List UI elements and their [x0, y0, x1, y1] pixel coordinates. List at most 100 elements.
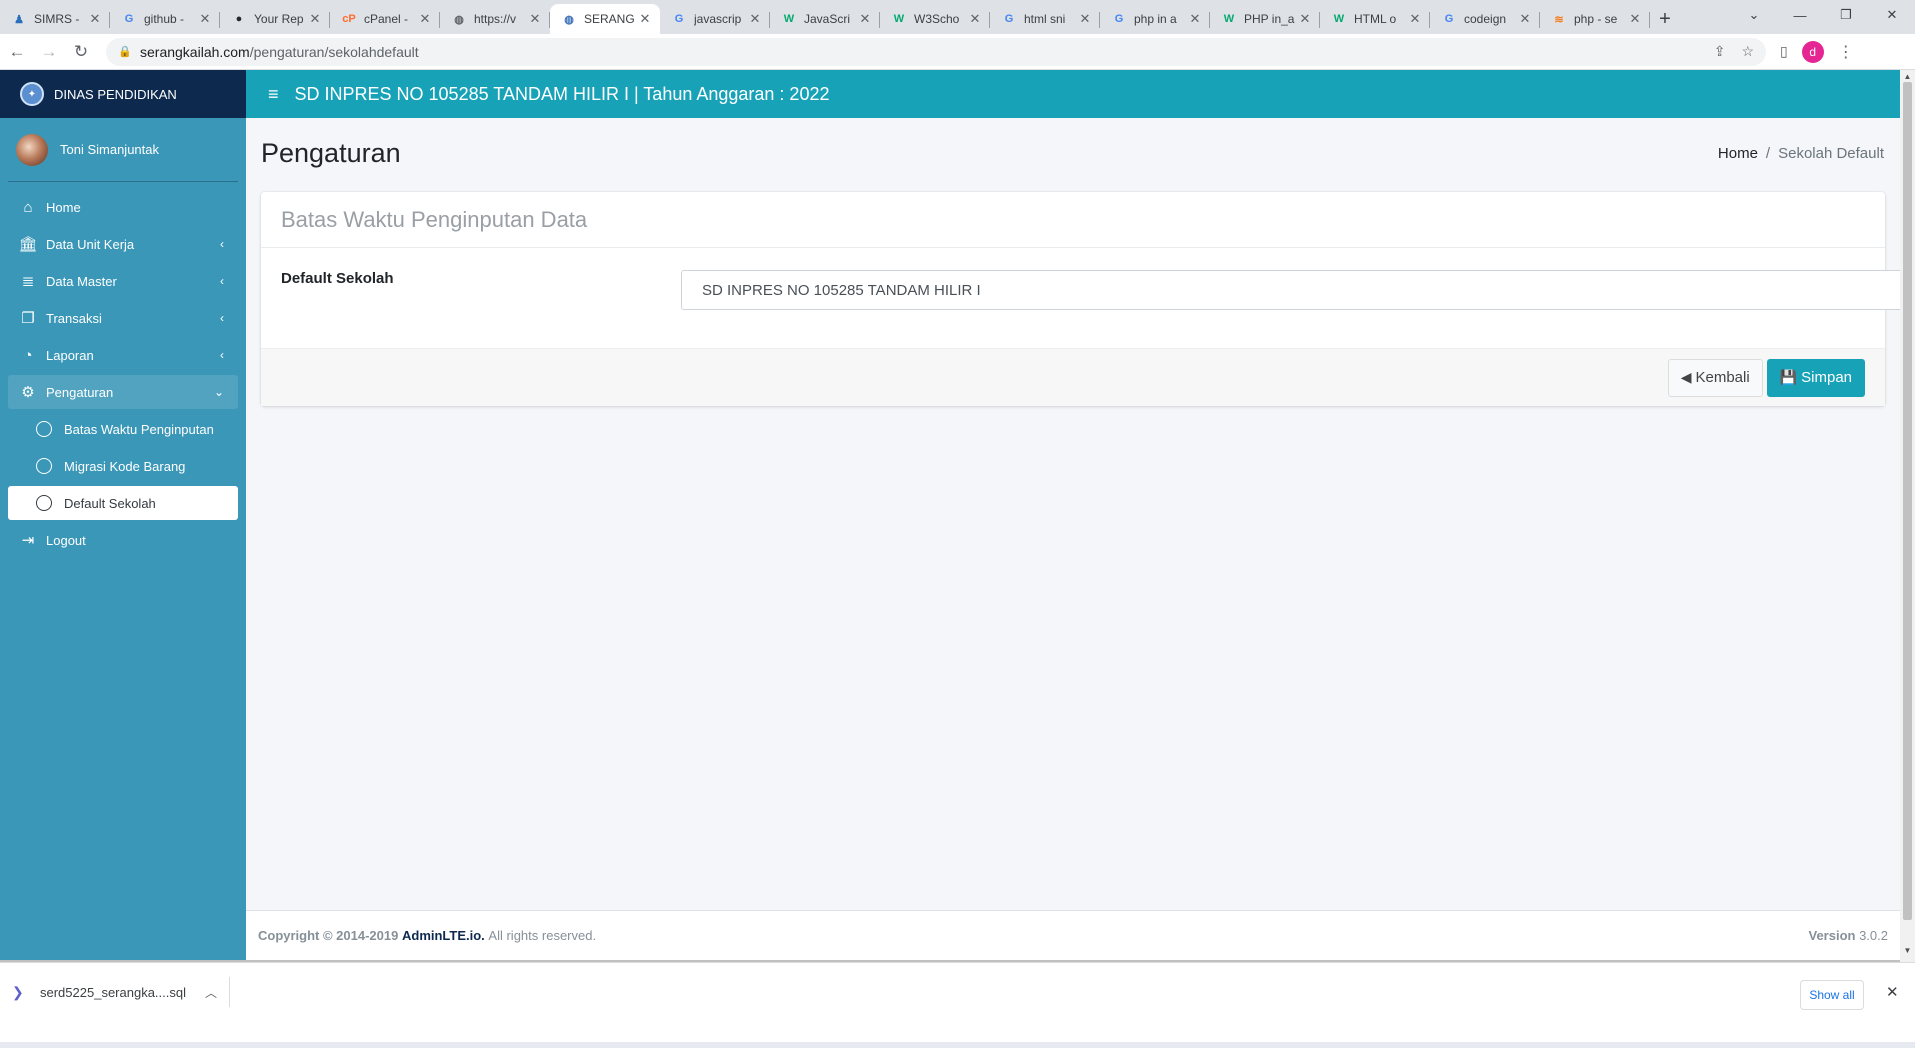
address-bar[interactable]: 🔒 serangkailah.com/pengaturan/sekolahdef…	[106, 37, 1766, 66]
tab-title: https://v	[474, 12, 517, 26]
browser-tab[interactable]: Ggithub - ✕	[110, 4, 220, 34]
google-icon: G	[124, 13, 134, 25]
url-path: /pengaturan/sekolahdefault	[249, 43, 419, 60]
tab-close-icon[interactable]: ✕	[1298, 11, 1312, 27]
close-download-bar-icon[interactable]: ✕	[1886, 983, 1899, 1001]
new-tab-button[interactable]: +	[1650, 4, 1680, 34]
submenu-item-migrasi-kode-barang[interactable]: Migrasi Kode Barang	[8, 449, 238, 483]
tab-close-icon[interactable]: ✕	[1078, 11, 1092, 27]
sidebar-item-data-unit-kerja[interactable]: 🏛 Data Unit Kerja ‹	[8, 227, 238, 261]
home-icon: ⌂	[23, 198, 33, 216]
window-controls: ⌄ — ❐ ✕	[1731, 0, 1915, 30]
minimize-icon[interactable]: —	[1777, 0, 1823, 30]
settings-card: Batas Waktu Penginputan Data Default Sek…	[261, 192, 1911, 406]
tab-close-icon[interactable]: ✕	[968, 11, 982, 27]
tab-title: PHP in_a	[1244, 12, 1295, 26]
tab-title: javascrip	[694, 12, 742, 26]
sidebar-item-pengaturan[interactable]: ⚙ Pengaturan ⌄	[8, 375, 238, 409]
tab-close-icon[interactable]: ✕	[198, 11, 212, 27]
chevron-up-icon[interactable]: ︿	[205, 984, 217, 1001]
tab-close-icon[interactable]: ✕	[748, 11, 762, 27]
sidebar-item-label: Data Master	[46, 273, 117, 289]
bookmark-star-icon[interactable]: ☆	[1741, 43, 1754, 60]
institution-icon: 🏛	[18, 236, 38, 253]
google-icon: G	[1004, 13, 1014, 25]
tab-list: ♟ SIMRS - ✕ Ggithub - ✕ ● Your Rep ✕ cP cPanel - ✕…	[0, 0, 1650, 34]
back-icon[interactable]: ←	[2, 37, 32, 67]
tab-close-icon[interactable]: ✕	[418, 11, 432, 27]
restore-icon[interactable]: ❐	[1823, 0, 1869, 30]
w3schools-icon: W	[893, 13, 905, 25]
show-all-button[interactable]: Show all	[1800, 980, 1864, 1010]
breadcrumb-home[interactable]: Home	[1718, 145, 1758, 162]
footer-version-label: Version	[1808, 928, 1856, 943]
browser-tab[interactable]: Gcodeign ✕	[1430, 4, 1540, 34]
vertical-scrollbar[interactable]: ▲ ▼	[1900, 70, 1915, 962]
browser-tab[interactable]: Gphp in a ✕	[1100, 4, 1210, 34]
browser-tab[interactable]: Gjavascrip ✕	[660, 4, 770, 34]
globe-icon: ◍	[454, 13, 464, 26]
tab-close-icon[interactable]: ✕	[1408, 11, 1422, 27]
default-school-label: Default Sekolah	[281, 270, 394, 287]
scroll-down-icon[interactable]: ▼	[1900, 946, 1915, 955]
browser-menu-icon[interactable]: ⋮	[1838, 42, 1854, 62]
back-button[interactable]: ◀ Kembali	[1667, 358, 1763, 397]
browser-tab[interactable]: ● Your Rep ✕	[220, 4, 330, 34]
sidebar-item-home[interactable]: ⌂ Home	[8, 190, 238, 224]
browser-tab[interactable]: W W3Scho ✕	[880, 4, 990, 34]
profile-avatar[interactable]: d	[1801, 40, 1824, 63]
tab-close-icon[interactable]: ✕	[308, 11, 322, 27]
close-window-icon[interactable]: ✕	[1869, 0, 1915, 30]
tab-close-icon[interactable]: ✕	[1188, 11, 1202, 27]
chevron-down-icon: ⌄	[213, 385, 224, 399]
sidebar-item-data-master[interactable]: ≣ Data Master ‹	[8, 264, 238, 298]
tab-title: php in a	[1134, 12, 1177, 26]
sidebar-item-transaksi[interactable]: ❐ Transaksi ‹	[8, 301, 238, 335]
browser-tab[interactable]: ≋ php - se ✕	[1540, 4, 1650, 34]
url-host: serangkailah.com	[140, 43, 250, 60]
footer-version: Version 3.0.2	[1808, 928, 1888, 943]
globe-icon: ◍	[564, 13, 574, 26]
stackoverflow-icon: ≋	[1554, 13, 1564, 26]
tab-close-icon[interactable]: ✕	[1518, 11, 1532, 27]
sidebar-item-laporan[interactable]: ◔ Laporan ‹	[8, 338, 238, 372]
tab-close-icon[interactable]: ✕	[528, 11, 542, 27]
default-school-input[interactable]	[681, 270, 1911, 310]
sidebar-item-logout[interactable]: ⇥ Logout	[8, 523, 238, 557]
submenu-item-label: Migrasi Kode Barang	[64, 458, 186, 474]
person-icon: ♟	[14, 13, 24, 26]
tab-close-icon[interactable]: ✕	[638, 11, 652, 27]
browser-tab-strip: ♟ SIMRS - ✕ Ggithub - ✕ ● Your Rep ✕ cP cPanel - ✕…	[0, 0, 1915, 34]
tab-close-icon[interactable]: ✕	[88, 11, 102, 27]
browser-tab[interactable]: Ghtml sni ✕	[990, 4, 1100, 34]
sidebar-item-label: Laporan	[46, 347, 94, 363]
brand[interactable]: ✦ DINAS PENDIDIKAN	[0, 70, 246, 118]
scroll-up-icon[interactable]: ▲	[1900, 72, 1915, 81]
tab-title: html sni	[1024, 12, 1066, 26]
footer-link[interactable]: AdminLTE.io.	[402, 928, 485, 943]
download-item[interactable]: ❯ serd5225_serangka....sql ︿	[12, 977, 230, 1007]
side-panel-icon[interactable]: ▯	[1780, 43, 1788, 60]
share-icon[interactable]: ⇪	[1714, 43, 1726, 60]
menu-toggle-icon[interactable]: ≡	[268, 84, 279, 105]
tab-close-icon[interactable]: ✕	[1628, 11, 1642, 27]
tab-search-icon[interactable]: ⌄	[1731, 0, 1777, 30]
browser-tab[interactable]: W PHP in_a ✕	[1210, 4, 1320, 34]
browser-tab[interactable]: ♟ SIMRS - ✕	[0, 4, 110, 34]
scrollbar-thumb[interactable]	[1903, 82, 1912, 920]
browser-tab[interactable]: ◍ https://v ✕	[440, 4, 550, 34]
forward-icon[interactable]: →	[34, 37, 64, 67]
reload-icon[interactable]: ↻	[66, 37, 96, 67]
user-panel[interactable]: Toni Simanjuntak	[8, 118, 238, 182]
card-body: Default Sekolah	[261, 248, 1911, 348]
tab-close-icon[interactable]: ✕	[858, 11, 872, 27]
save-button[interactable]: 💾 Simpan	[1766, 358, 1865, 397]
browser-tab[interactable]: ◍ SERANG ✕	[550, 4, 660, 34]
browser-tab[interactable]: cP cPanel - ✕	[330, 4, 440, 34]
submenu-item-batas-waktu-penginputan[interactable]: Batas Waktu Penginputan	[8, 412, 238, 446]
lock-icon[interactable]: 🔒	[118, 45, 132, 58]
browser-tab[interactable]: W HTML o ✕	[1320, 4, 1430, 34]
submenu-item-default-sekolah[interactable]: Default Sekolah	[8, 486, 238, 520]
browser-tab[interactable]: W JavaScri ✕	[770, 4, 880, 34]
submenu-item-label: Batas Waktu Penginputan	[64, 421, 214, 437]
